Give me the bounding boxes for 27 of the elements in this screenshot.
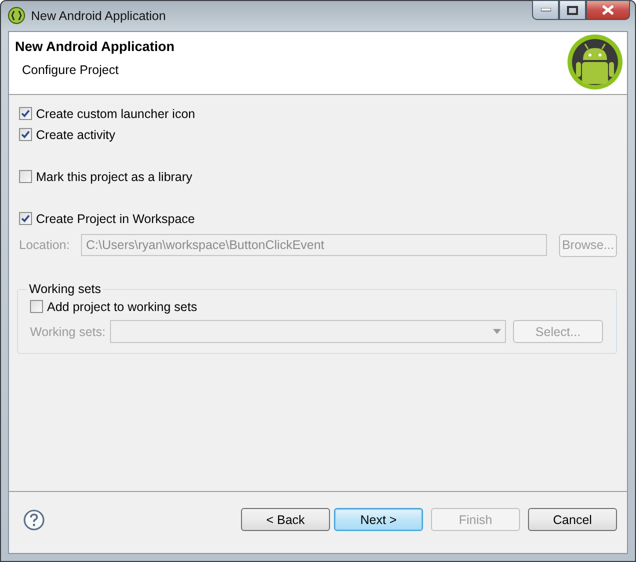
window-title: New Android Application xyxy=(31,9,166,23)
checkbox[interactable] xyxy=(19,128,32,141)
checkbox[interactable] xyxy=(19,107,32,120)
location-label: Location: xyxy=(19,238,71,252)
minimize-button[interactable] xyxy=(532,0,559,20)
page-title: New Android Application xyxy=(15,39,174,54)
dialog-button[interactable]: < Back xyxy=(241,508,330,531)
help-icon[interactable] xyxy=(23,508,45,530)
checkbox-label: Create custom launcher icon xyxy=(36,106,196,120)
close-button[interactable] xyxy=(586,0,630,20)
checkbox-label: Add project to working sets xyxy=(47,300,198,314)
page-subtitle: Configure Project xyxy=(22,63,120,77)
checkbox-label: Mark this project as a library xyxy=(36,170,192,184)
dialog-button[interactable]: Next > xyxy=(334,508,423,531)
dropdown-caret-icon xyxy=(493,329,501,334)
maximize-button[interactable] xyxy=(559,0,586,20)
checkbox[interactable] xyxy=(19,212,32,225)
dialog-button[interactable]: Cancel xyxy=(528,508,617,531)
checkbox-label: Create Project in Workspace xyxy=(36,212,195,226)
checkbox-label: Create activity xyxy=(36,128,116,142)
group-title: Working sets xyxy=(28,282,102,296)
working-sets-label: Working sets: xyxy=(30,324,106,338)
maximize-icon xyxy=(567,6,578,14)
checkbox[interactable] xyxy=(19,170,32,183)
close-icon xyxy=(602,5,614,15)
app-icon xyxy=(8,7,25,24)
minimize-icon xyxy=(540,8,550,12)
